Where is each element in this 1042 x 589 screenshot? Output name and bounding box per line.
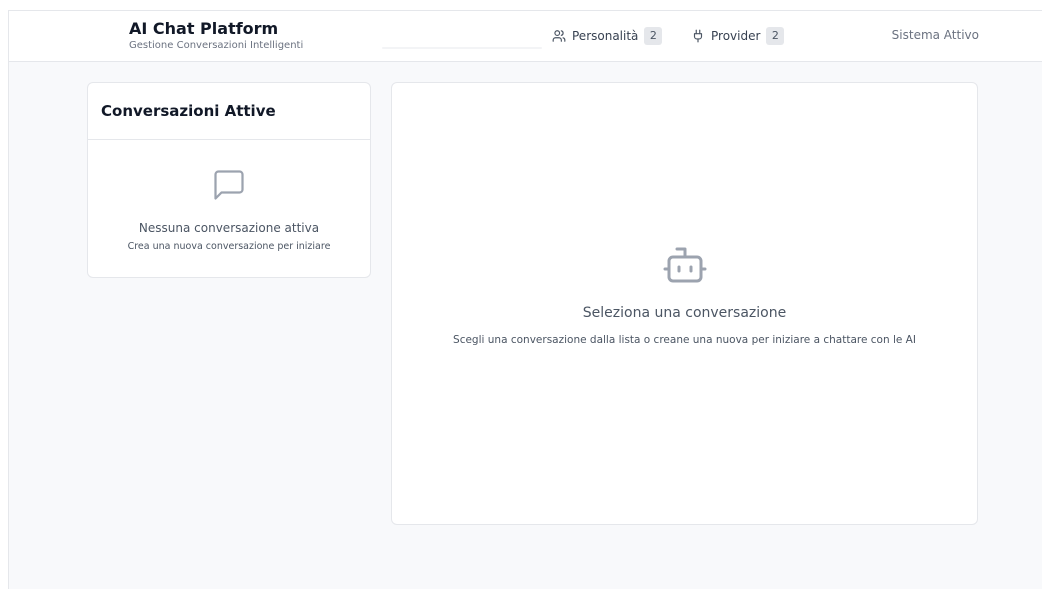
chat-empty-state: Seleziona una conversazione Scegli una c… xyxy=(392,241,977,346)
users-icon xyxy=(552,30,566,42)
empty-conversations-title: Nessuna conversazione attiva xyxy=(138,221,320,235)
empty-conversations-subtitle: Crea una nuova conversazione per iniziar… xyxy=(127,241,331,252)
conversations-empty-state: Nessuna conversazione attiva Crea una nu… xyxy=(88,140,370,252)
app-header: AI Chat Platform Gestione Conversazioni … xyxy=(9,11,1042,62)
plug-icon xyxy=(693,29,703,43)
conversations-panel-header: Conversazioni Attive xyxy=(88,83,370,140)
app-title: AI Chat Platform xyxy=(129,19,279,38)
select-conversation-subtitle: Scegli una conversazione dalla lista o c… xyxy=(453,334,916,346)
conversations-panel: Conversazioni Attive Nessuna conversazio… xyxy=(87,82,371,278)
nav-personalita-count: 2 xyxy=(644,27,663,45)
brand: AI Chat Platform Gestione Conversazioni … xyxy=(129,19,303,52)
app-frame: AI Chat Platform Gestione Conversazioni … xyxy=(8,10,1042,589)
select-conversation-title: Seleziona una conversazione xyxy=(582,305,787,321)
bot-icon xyxy=(663,247,706,283)
chat-panel: Seleziona una conversazione Scegli una c… xyxy=(391,82,978,525)
message-square-icon xyxy=(214,170,244,200)
app-subtitle: Gestione Conversazioni Intelligenti xyxy=(129,40,304,51)
nav-personalita[interactable]: Personalità 2 xyxy=(552,26,663,46)
nav-provider-label: Provider xyxy=(711,29,761,43)
conversations-panel-title: Conversazioni Attive xyxy=(101,102,276,120)
system-status: Sistema Attivo xyxy=(891,28,979,42)
nav-provider-count: 2 xyxy=(766,27,785,45)
nav-provider[interactable]: Provider 2 xyxy=(691,26,785,46)
header-divider-stub xyxy=(382,47,542,49)
nav-personalita-label: Personalità xyxy=(572,29,639,43)
